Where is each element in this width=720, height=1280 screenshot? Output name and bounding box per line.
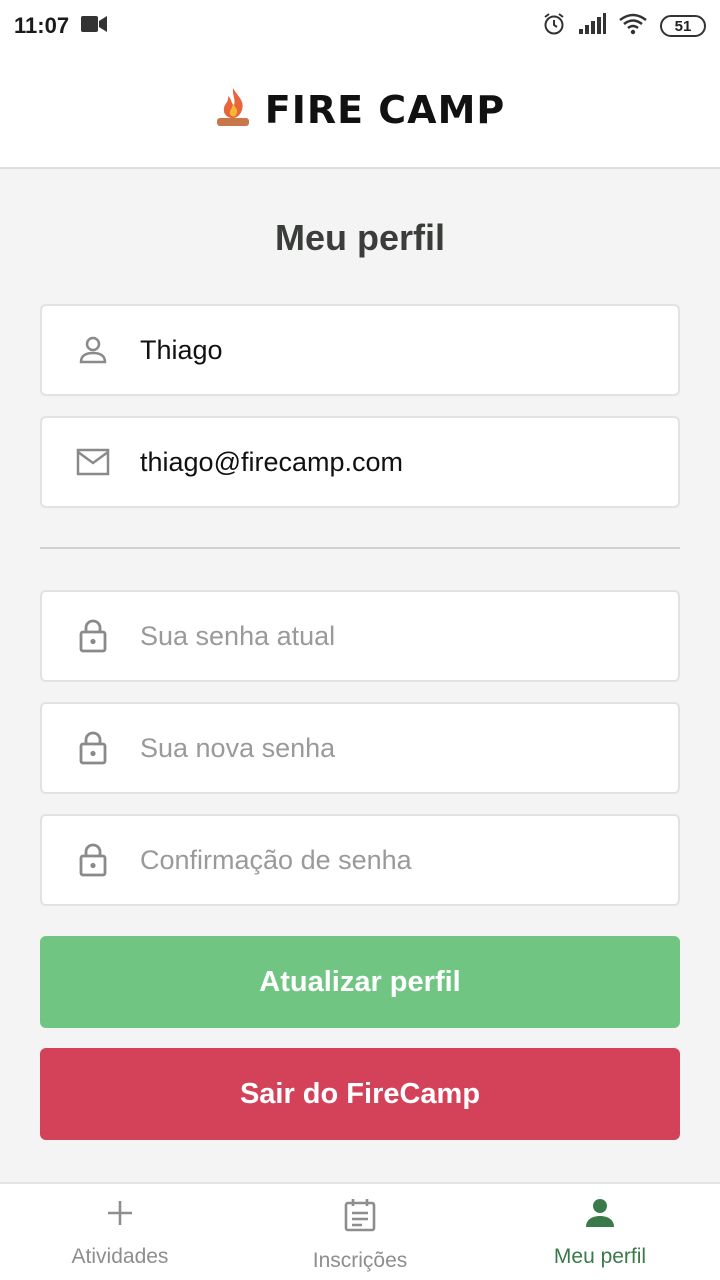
status-right: 51 — [542, 12, 706, 41]
user-outline-icon — [76, 333, 110, 367]
lock-icon — [76, 731, 110, 765]
name-value[interactable]: Thiago — [140, 335, 223, 366]
signal-icon — [578, 12, 606, 40]
email-value[interactable]: thiago@firecamp.com — [140, 447, 403, 478]
app-header: FIRE CAMP — [0, 52, 720, 169]
current-password-placeholder[interactable]: Sua senha atual — [140, 621, 335, 652]
bottom-tab-bar: Atividades Inscrições Meu perfil — [0, 1182, 720, 1280]
plus-icon — [105, 1198, 135, 1233]
tab-label: Meu perfil — [553, 1245, 647, 1268]
status-time: 11:07 — [14, 13, 70, 38]
alarm-icon — [542, 12, 566, 41]
current-password-field[interactable]: Sua senha atual — [40, 590, 680, 682]
new-password-placeholder[interactable]: Sua nova senha — [140, 733, 335, 764]
new-password-field[interactable]: Sua nova senha — [40, 702, 680, 794]
battery-level: 51 — [674, 17, 692, 35]
status-left: 11:07 — [14, 13, 108, 39]
name-field[interactable]: Thiago — [40, 304, 680, 396]
lock-icon — [76, 843, 110, 877]
user-icon — [585, 1198, 615, 1233]
wifi-icon — [618, 13, 648, 40]
campfire-icon — [215, 86, 251, 133]
section-divider — [40, 547, 680, 549]
update-profile-button[interactable]: Atualizar perfil — [40, 936, 680, 1028]
tab-meu-perfil[interactable]: Meu perfil — [480, 1184, 720, 1280]
status-bar: 11:07 51 — [0, 0, 720, 52]
calendar-icon — [344, 1198, 376, 1237]
profile-content: Meu perfil Thiago thiago@firecamp.com Su… — [0, 169, 720, 1182]
tab-inscricoes[interactable]: Inscrições — [240, 1184, 480, 1280]
tab-label: Inscrições — [312, 1249, 408, 1272]
email-field[interactable]: thiago@firecamp.com — [40, 416, 680, 508]
battery-indicator: 51 — [660, 15, 706, 37]
page-title: Meu perfil — [274, 217, 445, 258]
confirm-password-placeholder[interactable]: Confirmação de senha — [140, 845, 412, 876]
tab-atividades[interactable]: Atividades — [0, 1184, 240, 1280]
app-logo-text: FIRE CAMP — [264, 87, 506, 132]
logout-button[interactable]: Sair do FireCamp — [40, 1048, 680, 1140]
mail-icon — [76, 445, 110, 479]
confirm-password-field[interactable]: Confirmação de senha — [40, 814, 680, 906]
video-camera-icon — [81, 13, 108, 39]
tab-label: Atividades — [71, 1245, 169, 1268]
lock-icon — [76, 619, 110, 653]
